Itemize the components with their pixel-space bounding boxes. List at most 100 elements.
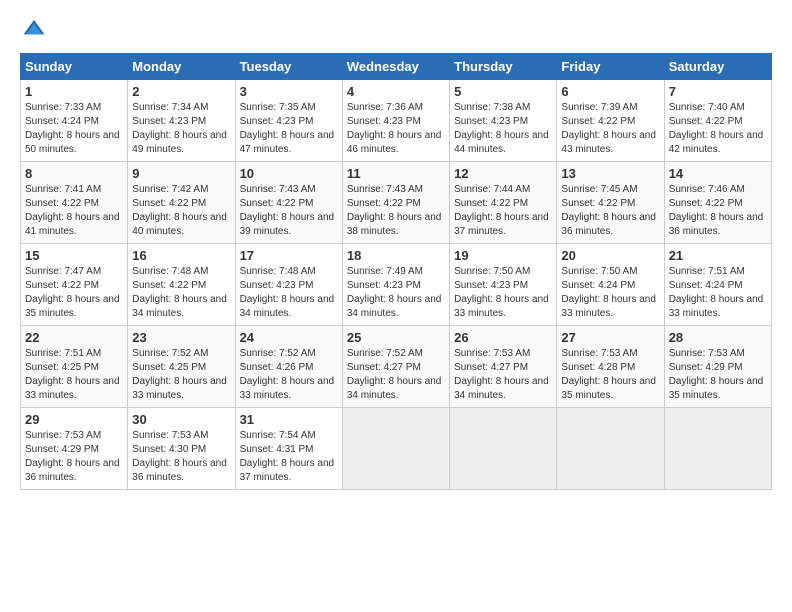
day-cell: 1 Sunrise: 7:33 AMSunset: 4:24 PMDaylight… <box>21 80 128 162</box>
day-cell: 4 Sunrise: 7:36 AMSunset: 4:23 PMDaylight… <box>342 80 449 162</box>
day-info: Sunrise: 7:40 AMSunset: 4:22 PMDaylight:… <box>669 101 767 157</box>
day-number: 27 <box>561 330 659 345</box>
day-cell: 12 Sunrise: 7:44 AMSunset: 4:22 PMDayligh… <box>450 162 557 244</box>
day-number: 9 <box>132 166 230 181</box>
day-info: Sunrise: 7:47 AMSunset: 4:22 PMDaylight:… <box>25 265 123 321</box>
day-info: Sunrise: 7:50 AMSunset: 4:23 PMDaylight:… <box>454 265 552 321</box>
day-cell: 26 Sunrise: 7:53 AMSunset: 4:27 PMDayligh… <box>450 326 557 408</box>
day-number: 31 <box>240 412 338 427</box>
day-number: 7 <box>669 84 767 99</box>
day-cell: 6 Sunrise: 7:39 AMSunset: 4:22 PMDaylight… <box>557 80 664 162</box>
day-cell: 20Sunrise: 7:50 AMSunset: 4:24 PMDayligh… <box>557 244 664 326</box>
day-cell: 28 Sunrise: 7:53 AMSunset: 4:29 PMDayligh… <box>664 326 771 408</box>
calendar-table: SundayMondayTuesdayWednesdayThursdayFrid… <box>20 53 772 490</box>
day-number: 12 <box>454 166 552 181</box>
day-cell: 27 Sunrise: 7:53 AMSunset: 4:28 PMDayligh… <box>557 326 664 408</box>
day-info: Sunrise: 7:53 AMSunset: 4:29 PMDaylight:… <box>25 429 123 485</box>
logo <box>20 16 46 45</box>
header <box>20 16 772 45</box>
day-cell: 5 Sunrise: 7:38 AMSunset: 4:23 PMDaylight… <box>450 80 557 162</box>
day-number: 2 <box>132 84 230 99</box>
day-number: 6 <box>561 84 659 99</box>
day-number: 1 <box>25 84 123 99</box>
day-number: 10 <box>240 166 338 181</box>
day-info: Sunrise: 7:44 AMSunset: 4:22 PMDaylight:… <box>454 183 552 239</box>
header-row: SundayMondayTuesdayWednesdayThursdayFrid… <box>21 54 772 80</box>
day-number: 18 <box>347 248 445 263</box>
week-row-3: 15Sunrise: 7:47 AMSunset: 4:22 PMDayligh… <box>21 244 772 326</box>
day-info: Sunrise: 7:48 AMSunset: 4:23 PMDaylight:… <box>240 265 338 321</box>
day-cell: 3 Sunrise: 7:35 AMSunset: 4:23 PMDaylight… <box>235 80 342 162</box>
day-cell: 18 Sunrise: 7:49 AMSunset: 4:23 PMDayligh… <box>342 244 449 326</box>
week-row-5: 29Sunrise: 7:53 AMSunset: 4:29 PMDayligh… <box>21 408 772 490</box>
day-cell: 17 Sunrise: 7:48 AMSunset: 4:23 PMDayligh… <box>235 244 342 326</box>
day-number: 3 <box>240 84 338 99</box>
col-header-sunday: Sunday <box>21 54 128 80</box>
day-info: Sunrise: 7:54 AMSunset: 4:31 PMDaylight:… <box>240 429 338 485</box>
col-header-tuesday: Tuesday <box>235 54 342 80</box>
day-info: Sunrise: 7:34 AMSunset: 4:23 PMDaylight:… <box>132 101 230 157</box>
day-info: Sunrise: 7:42 AMSunset: 4:22 PMDaylight:… <box>132 183 230 239</box>
day-cell: 22 Sunrise: 7:51 AMSunset: 4:25 PMDayligh… <box>21 326 128 408</box>
day-number: 30 <box>132 412 230 427</box>
day-info: Sunrise: 7:48 AMSunset: 4:22 PMDaylight:… <box>132 265 230 321</box>
day-cell: 21Sunrise: 7:51 AMSunset: 4:24 PMDayligh… <box>664 244 771 326</box>
day-number: 5 <box>454 84 552 99</box>
day-info: Sunrise: 7:52 AMSunset: 4:25 PMDaylight:… <box>132 347 230 403</box>
day-number: 25 <box>347 330 445 345</box>
logo-icon <box>22 16 46 40</box>
day-info: Sunrise: 7:52 AMSunset: 4:27 PMDaylight:… <box>347 347 445 403</box>
day-info: Sunrise: 7:46 AMSunset: 4:22 PMDaylight:… <box>669 183 767 239</box>
day-cell: 8 Sunrise: 7:41 AMSunset: 4:22 PMDaylight… <box>21 162 128 244</box>
day-info: Sunrise: 7:35 AMSunset: 4:23 PMDaylight:… <box>240 101 338 157</box>
day-cell: 16Sunrise: 7:48 AMSunset: 4:22 PMDayligh… <box>128 244 235 326</box>
day-cell: 7 Sunrise: 7:40 AMSunset: 4:22 PMDaylight… <box>664 80 771 162</box>
day-info: Sunrise: 7:50 AMSunset: 4:24 PMDaylight:… <box>561 265 659 321</box>
col-header-wednesday: Wednesday <box>342 54 449 80</box>
day-number: 14 <box>669 166 767 181</box>
day-info: Sunrise: 7:39 AMSunset: 4:22 PMDaylight:… <box>561 101 659 157</box>
day-cell: 9 Sunrise: 7:42 AMSunset: 4:22 PMDaylight… <box>128 162 235 244</box>
week-row-1: 1 Sunrise: 7:33 AMSunset: 4:24 PMDaylight… <box>21 80 772 162</box>
day-number: 23 <box>132 330 230 345</box>
day-info: Sunrise: 7:53 AMSunset: 4:30 PMDaylight:… <box>132 429 230 485</box>
day-cell: 11Sunrise: 7:43 AMSunset: 4:22 PMDayligh… <box>342 162 449 244</box>
day-cell <box>342 408 449 490</box>
day-info: Sunrise: 7:45 AMSunset: 4:22 PMDaylight:… <box>561 183 659 239</box>
day-info: Sunrise: 7:53 AMSunset: 4:27 PMDaylight:… <box>454 347 552 403</box>
day-info: Sunrise: 7:49 AMSunset: 4:23 PMDaylight:… <box>347 265 445 321</box>
day-cell <box>557 408 664 490</box>
day-cell <box>450 408 557 490</box>
day-info: Sunrise: 7:38 AMSunset: 4:23 PMDaylight:… <box>454 101 552 157</box>
day-info: Sunrise: 7:41 AMSunset: 4:22 PMDaylight:… <box>25 183 123 239</box>
day-number: 13 <box>561 166 659 181</box>
day-cell: 10 Sunrise: 7:43 AMSunset: 4:22 PMDayligh… <box>235 162 342 244</box>
col-header-friday: Friday <box>557 54 664 80</box>
day-info: Sunrise: 7:43 AMSunset: 4:22 PMDaylight:… <box>240 183 338 239</box>
col-header-thursday: Thursday <box>450 54 557 80</box>
day-cell: 25 Sunrise: 7:52 AMSunset: 4:27 PMDayligh… <box>342 326 449 408</box>
day-info: Sunrise: 7:52 AMSunset: 4:26 PMDaylight:… <box>240 347 338 403</box>
week-row-4: 22 Sunrise: 7:51 AMSunset: 4:25 PMDayligh… <box>21 326 772 408</box>
day-cell: 24 Sunrise: 7:52 AMSunset: 4:26 PMDayligh… <box>235 326 342 408</box>
day-info: Sunrise: 7:53 AMSunset: 4:28 PMDaylight:… <box>561 347 659 403</box>
day-number: 24 <box>240 330 338 345</box>
day-cell: 30 Sunrise: 7:53 AMSunset: 4:30 PMDayligh… <box>128 408 235 490</box>
day-number: 8 <box>25 166 123 181</box>
day-info: Sunrise: 7:51 AMSunset: 4:25 PMDaylight:… <box>25 347 123 403</box>
day-number: 19 <box>454 248 552 263</box>
day-number: 22 <box>25 330 123 345</box>
day-info: Sunrise: 7:53 AMSunset: 4:29 PMDaylight:… <box>669 347 767 403</box>
day-number: 26 <box>454 330 552 345</box>
day-info: Sunrise: 7:51 AMSunset: 4:24 PMDaylight:… <box>669 265 767 321</box>
day-info: Sunrise: 7:36 AMSunset: 4:23 PMDaylight:… <box>347 101 445 157</box>
day-number: 28 <box>669 330 767 345</box>
day-number: 4 <box>347 84 445 99</box>
day-info: Sunrise: 7:43 AMSunset: 4:22 PMDaylight:… <box>347 183 445 239</box>
day-number: 17 <box>240 248 338 263</box>
col-header-monday: Monday <box>128 54 235 80</box>
day-info: Sunrise: 7:33 AMSunset: 4:24 PMDaylight:… <box>25 101 123 157</box>
day-cell: 14 Sunrise: 7:46 AMSunset: 4:22 PMDayligh… <box>664 162 771 244</box>
day-cell: 29Sunrise: 7:53 AMSunset: 4:29 PMDayligh… <box>21 408 128 490</box>
day-cell: 15Sunrise: 7:47 AMSunset: 4:22 PMDayligh… <box>21 244 128 326</box>
